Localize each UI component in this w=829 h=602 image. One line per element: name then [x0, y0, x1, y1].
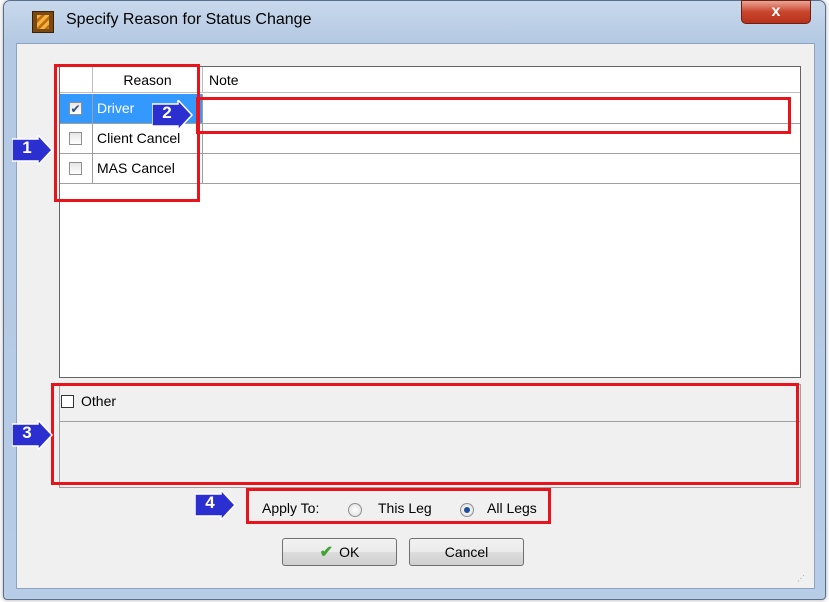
checkmark-icon: ✔ [319, 544, 334, 561]
callout-4-number: 4 [205, 493, 215, 512]
note-cell[interactable] [203, 154, 800, 183]
cancel-button[interactable]: Cancel [409, 538, 524, 566]
app-icon [32, 11, 54, 33]
column-header-note[interactable]: Note [203, 67, 800, 93]
annotation-box-3 [51, 383, 799, 485]
close-button[interactable]: x [741, 0, 811, 24]
callout-3-number: 3 [22, 423, 32, 442]
ok-button[interactable]: ✔ OK [282, 538, 397, 566]
annotation-box-1 [54, 64, 200, 202]
callout-1-marker: 1 [12, 135, 56, 165]
callout-2-number: 2 [162, 103, 172, 122]
callout-3-marker: 3 [12, 420, 56, 450]
callout-2-marker: 2 [152, 100, 196, 130]
window-title: Specify Reason for Status Change [66, 11, 312, 28]
annotation-box-4 [246, 488, 551, 524]
annotation-box-2 [196, 97, 791, 134]
title-bar[interactable]: Specify Reason for Status Change x [4, 0, 825, 43]
ok-button-label: OK [339, 544, 360, 560]
resize-grip-icon[interactable]: ⋰ [797, 574, 811, 586]
callout-1-number: 1 [22, 138, 32, 157]
callout-4-marker: 4 [195, 490, 239, 520]
